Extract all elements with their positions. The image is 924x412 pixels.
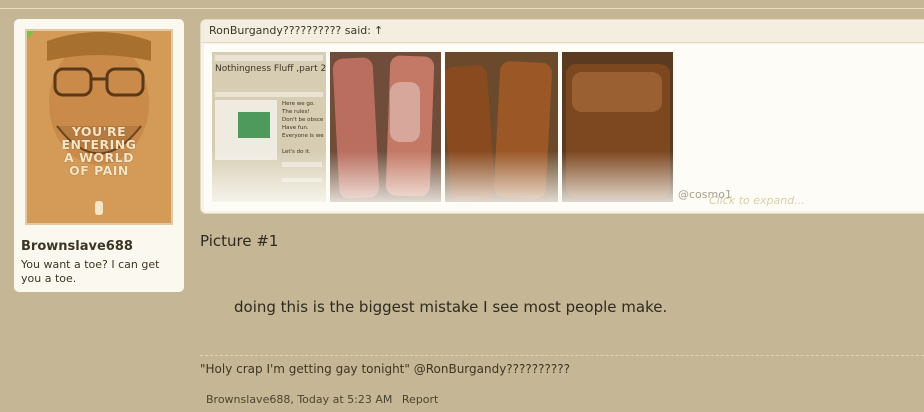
quote-content: Nothingness Fluff ,part 2 Here we go. Th… xyxy=(204,44,924,211)
quote-attribution[interactable]: RonBurgandy?????????? said: ↑ xyxy=(209,24,383,37)
quote-box: RonBurgandy?????????? said: ↑ Nothingness… xyxy=(200,19,924,214)
user-card: YOU'RE ENTERING A WORLD OF PAIN Brownsla… xyxy=(14,19,184,292)
mini-pagination xyxy=(215,92,323,97)
post-meta: Brownslave688, Today at 5:23 AM Report xyxy=(206,393,438,406)
mini-nav-bar xyxy=(215,55,323,61)
user-title: You want a toe? I can get you a toe. xyxy=(21,258,160,285)
click-to-expand-link[interactable]: Click to expand... xyxy=(709,194,805,207)
quote-fade xyxy=(204,151,924,211)
mini-pixelated-avatar xyxy=(238,112,270,138)
arrow-up-icon[interactable]: ↑ xyxy=(374,24,383,37)
avatar[interactable]: YOU'RE ENTERING A WORLD OF PAIN xyxy=(25,29,173,225)
quote-header: RonBurgandy?????????? said: ↑ xyxy=(201,20,924,43)
mini-post-text: Here we go. The rules! Don't be obsce Ha… xyxy=(282,101,324,155)
quote-author[interactable]: RonBurgandy?????????? said: xyxy=(209,24,371,37)
signature-divider xyxy=(200,355,924,356)
avatar-caption: YOU'RE ENTERING A WORLD OF PAIN xyxy=(61,124,137,178)
top-divider xyxy=(0,8,924,9)
online-indicator xyxy=(27,31,37,41)
username-link[interactable]: Brownslave688 xyxy=(21,239,133,254)
report-link[interactable]: Report xyxy=(402,393,438,406)
post-body-text: doing this is the biggest mistake I see … xyxy=(234,298,668,316)
post-byline[interactable]: Brownslave688, Today at 5:23 AM xyxy=(206,393,392,406)
post-picture-label: Picture #1 xyxy=(200,232,279,250)
user-signature: "Holy crap I'm getting gay tonight" @Ron… xyxy=(200,362,571,376)
mini-thread-title: Nothingness Fluff ,part 2 xyxy=(215,64,326,74)
